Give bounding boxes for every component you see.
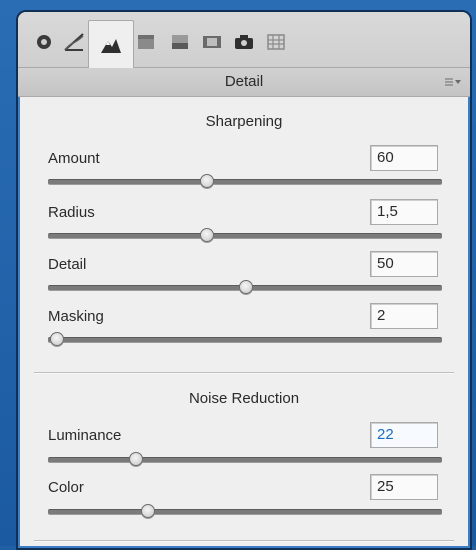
amount-slider-track[interactable] xyxy=(48,179,442,185)
detail-icon[interactable] xyxy=(88,20,134,68)
amount-label: Amount xyxy=(48,150,100,167)
detail-slider[interactable] xyxy=(48,278,442,296)
section-divider xyxy=(34,372,454,373)
color-slider[interactable] xyxy=(48,502,442,520)
detail-panel: Detail Sharpening Amount 60 Radius 1,5 D… xyxy=(16,10,472,550)
luminance-slider[interactable] xyxy=(48,450,442,468)
split-toning-icon[interactable] xyxy=(168,30,192,54)
hsl-icon[interactable] xyxy=(134,30,158,54)
sharpening-section-title: Sharpening xyxy=(205,113,283,130)
amount-value-field[interactable]: 60 xyxy=(370,145,438,171)
masking-slider-track[interactable] xyxy=(48,337,442,343)
luminance-slider-thumb[interactable] xyxy=(128,452,143,466)
basic-icon[interactable] xyxy=(32,30,56,54)
lens-corrections-icon[interactable] xyxy=(200,30,224,54)
masking-label: Masking xyxy=(48,308,104,325)
luminance-value-field[interactable]: 22 xyxy=(370,422,438,448)
camera-calibration-icon[interactable] xyxy=(232,30,256,54)
radius-slider-thumb[interactable] xyxy=(199,228,214,242)
presets-icon[interactable] xyxy=(264,30,288,54)
luminance-slider-track[interactable] xyxy=(48,457,442,463)
detail-value-field[interactable]: 50 xyxy=(370,251,438,277)
window-frame: Detail Sharpening Amount 60 Radius 1,5 D… xyxy=(0,0,476,550)
tone-curve-icon[interactable] xyxy=(62,30,86,54)
detail-slider-thumb[interactable] xyxy=(239,280,253,294)
amount-slider-thumb[interactable] xyxy=(199,174,214,188)
bottom-divider xyxy=(34,540,454,541)
color-slider-thumb[interactable] xyxy=(140,504,155,518)
luminance-label: Luminance xyxy=(48,427,122,444)
radius-value-field[interactable]: 1,5 xyxy=(370,199,438,225)
radius-label: Radius xyxy=(48,204,95,221)
masking-slider-thumb[interactable] xyxy=(49,332,64,346)
amount-slider[interactable] xyxy=(48,172,442,190)
color-slider-track[interactable] xyxy=(48,509,442,515)
detail-label: Detail xyxy=(48,256,87,273)
noise-reduction-section-title: Noise Reduction xyxy=(188,390,300,407)
panel-header: Detail xyxy=(18,68,470,97)
color-value-field[interactable]: 25 xyxy=(370,474,438,500)
panel-menu-icon[interactable] xyxy=(444,77,462,87)
radius-slider[interactable] xyxy=(48,226,442,244)
radius-slider-track[interactable] xyxy=(48,233,442,239)
panel-tabs-toolbar xyxy=(18,12,470,68)
color-label: Color xyxy=(48,479,84,496)
masking-value-field[interactable]: 2 xyxy=(370,303,438,329)
masking-slider[interactable] xyxy=(48,330,442,348)
panel-title: Detail xyxy=(224,73,264,90)
